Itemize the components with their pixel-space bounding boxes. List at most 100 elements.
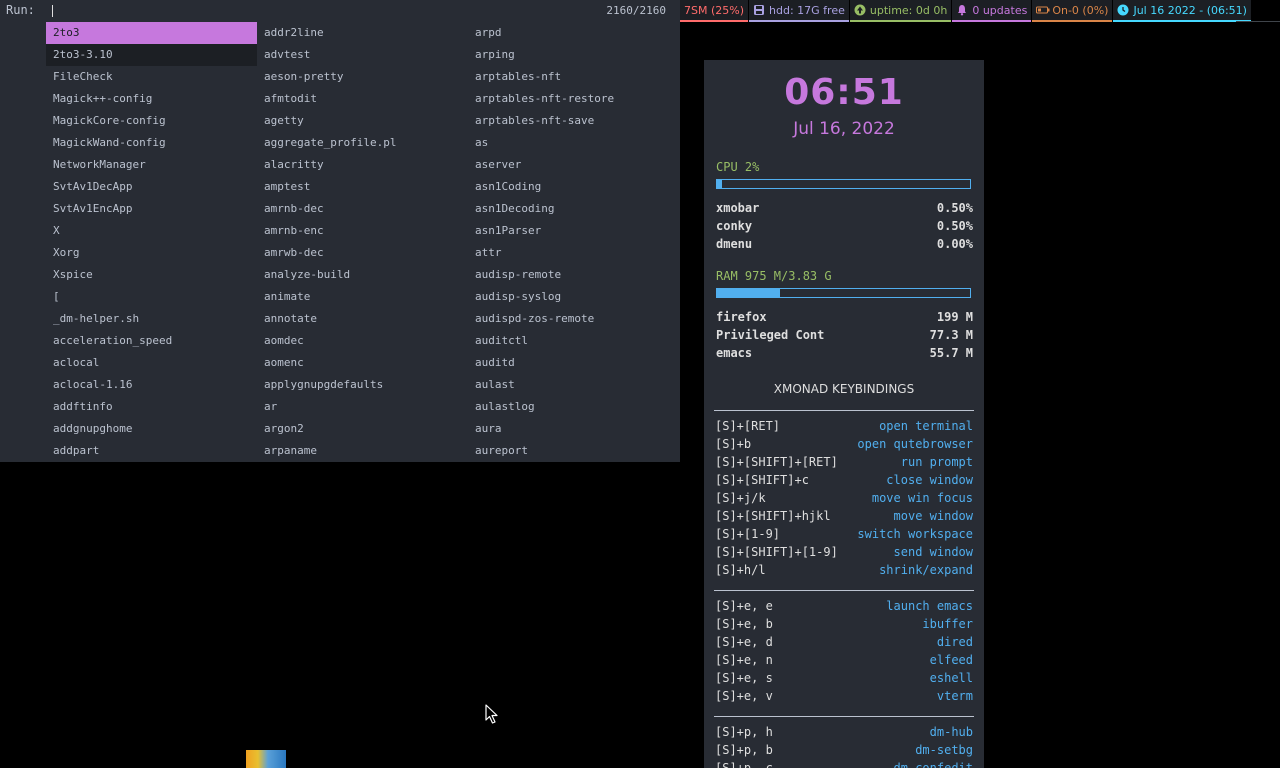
dmenu-item[interactable]: attr	[468, 242, 679, 264]
dmenu-item[interactable]: aulastlog	[468, 396, 679, 418]
xmobar-item: uptime: 0d 0h	[849, 0, 952, 22]
dmenu-item[interactable]: _dm-helper.sh	[46, 308, 257, 330]
dmenu-item[interactable]: MagickCore-config	[46, 110, 257, 132]
cpu-bar	[716, 179, 971, 189]
dmenu-item[interactable]: NetworkManager	[46, 154, 257, 176]
dmenu-item[interactable]: asn1Parser	[468, 220, 679, 242]
dmenu-item[interactable]: FileCheck	[46, 66, 257, 88]
keybinding-action: switch workspace	[857, 527, 973, 541]
mouse-pointer-icon	[485, 704, 498, 724]
dmenu-item[interactable]: aomdec	[257, 330, 468, 352]
dmenu-item[interactable]: addftinfo	[46, 396, 257, 418]
dmenu-item[interactable]: aeson-pretty	[257, 66, 468, 88]
keybinding-action: launch emacs	[886, 599, 973, 613]
process-row: emacs 55.7 M	[716, 346, 973, 364]
process-value: 0.00%	[936, 237, 973, 251]
dmenu-item[interactable]: arptables-nft	[468, 66, 679, 88]
ram-label: RAM 975 M/3.83 G	[716, 269, 832, 283]
dmenu-item[interactable]: analyze-build	[257, 264, 468, 286]
dmenu-item[interactable]: aura	[468, 418, 679, 440]
dmenu-item[interactable]: audispd-zos-remote	[468, 308, 679, 330]
dmenu-item[interactable]: auditd	[468, 352, 679, 374]
process-value: 0.50%	[936, 219, 973, 233]
dmenu-item[interactable]: alacritty	[257, 154, 468, 176]
keybinding-key: [S]+p, h	[715, 725, 773, 739]
dmenu-item[interactable]: aggregate_profile.pl	[257, 132, 468, 154]
dmenu-item[interactable]: amrnb-dec	[257, 198, 468, 220]
keybinding-row: [S]+[RET] open terminal	[715, 419, 973, 437]
dmenu-item[interactable]: aureport	[468, 440, 679, 462]
dmenu-item[interactable]: aclocal-1.16	[46, 374, 257, 396]
dmenu-item[interactable]: addr2line	[257, 22, 468, 44]
keybinding-action: move window	[893, 509, 973, 523]
process-value: 55.7 M	[929, 346, 973, 360]
keybinding-row: [S]+p, c dm-confedit	[715, 761, 973, 768]
dmenu-item[interactable]: [	[46, 286, 257, 308]
process-name: dmenu	[716, 237, 753, 251]
process-name: xmobar	[716, 201, 760, 215]
dmenu-item[interactable]: applygnupgdefaults	[257, 374, 468, 396]
keybinding-row: [S]+e, d dired	[715, 635, 973, 653]
dmenu-item[interactable]: arptables-nft-restore	[468, 88, 679, 110]
dmenu-item[interactable]: audisp-syslog	[468, 286, 679, 308]
dmenu-column-1: 2to3 2to3-3.10 FileCheck Magick++-config Mag…	[46, 22, 257, 462]
dmenu-item[interactable]: audisp-remote	[468, 264, 679, 286]
dmenu-launcher: Run: 2160/2160 2to3 2to3-3.10 FileCheck Mag…	[0, 0, 680, 462]
process-name: firefox	[716, 310, 767, 324]
desktop: Run: 2160/2160 2to3 2to3-3.10 FileCheck Mag…	[0, 0, 1280, 768]
dmenu-item[interactable]: Xorg	[46, 242, 257, 264]
dmenu-item[interactable]: arpd	[468, 22, 679, 44]
text-cursor	[52, 5, 53, 17]
keybinding-row: [S]+h/l shrink/expand	[715, 563, 973, 581]
dmenu-item[interactable]: as	[468, 132, 679, 154]
keybinding-action: elfeed	[929, 653, 973, 667]
dmenu-item[interactable]: ar	[257, 396, 468, 418]
keybinding-action: shrink/expand	[879, 563, 973, 577]
dmenu-item[interactable]: 2to3-3.10	[46, 44, 257, 66]
keybinding-key: [S]+[SHIFT]+[1-9]	[715, 545, 838, 559]
run-input[interactable]	[46, 2, 592, 20]
keybinding-row: [S]+[SHIFT]+c close window	[715, 473, 973, 491]
dmenu-item[interactable]: addgnupghome	[46, 418, 257, 440]
dmenu-item[interactable]: aomenc	[257, 352, 468, 374]
dmenu-item[interactable]: SvtAv1DecApp	[46, 176, 257, 198]
keybinding-row: [S]+j/k move win focus	[715, 491, 973, 509]
dmenu-item[interactable]: annotate	[257, 308, 468, 330]
cpu-bar-fill	[717, 180, 723, 188]
dmenu-item[interactable]: argon2	[257, 418, 468, 440]
dmenu-item[interactable]: MagickWand-config	[46, 132, 257, 154]
dmenu-item[interactable]: aserver	[468, 154, 679, 176]
dmenu-item[interactable]: X	[46, 220, 257, 242]
xmobar-item: On-0 (0%)	[1032, 0, 1113, 22]
keybinding-key: [S]+[SHIFT]+hjkl	[715, 509, 831, 523]
dmenu-item[interactable]: auditctl	[468, 330, 679, 352]
dmenu-item[interactable]: aulast	[468, 374, 679, 396]
keybinding-action: dm-hub	[929, 725, 973, 739]
dmenu-item-selected[interactable]: 2to3	[46, 22, 257, 44]
dmenu-item[interactable]: afmtodit	[257, 88, 468, 110]
dmenu-item[interactable]: Magick++-config	[46, 88, 257, 110]
dmenu-item[interactable]: amrnb-enc	[257, 220, 468, 242]
dmenu-item[interactable]: amptest	[257, 176, 468, 198]
dmenu-item[interactable]: asn1Coding	[468, 176, 679, 198]
dmenu-item[interactable]: amrwb-dec	[257, 242, 468, 264]
dmenu-item[interactable]: arptables-nft-save	[468, 110, 679, 132]
keybinding-key: [S]+[SHIFT]+[RET]	[715, 455, 838, 469]
dmenu-item[interactable]: addpart	[46, 440, 257, 462]
dmenu-item[interactable]: arpaname	[257, 440, 468, 462]
dmenu-item[interactable]: acceleration_speed	[46, 330, 257, 352]
dmenu-item[interactable]: agetty	[257, 110, 468, 132]
dmenu-item[interactable]: Xspice	[46, 264, 257, 286]
dmenu-item[interactable]: aclocal	[46, 352, 257, 374]
xmobar-item-text: hdd: 17G free	[769, 3, 845, 17]
keybinding-action: move win focus	[871, 491, 973, 505]
desktop-thumbnail[interactable]	[246, 750, 286, 768]
keybinding-row: [S]+p, h dm-hub	[715, 725, 973, 743]
battery-icon	[1036, 4, 1050, 16]
dmenu-item[interactable]: advtest	[257, 44, 468, 66]
dmenu-item[interactable]: SvtAv1EncApp	[46, 198, 257, 220]
dmenu-item[interactable]: asn1Decoding	[468, 198, 679, 220]
keybinding-action: vterm	[936, 689, 973, 703]
dmenu-item[interactable]: animate	[257, 286, 468, 308]
dmenu-item[interactable]: arping	[468, 44, 679, 66]
